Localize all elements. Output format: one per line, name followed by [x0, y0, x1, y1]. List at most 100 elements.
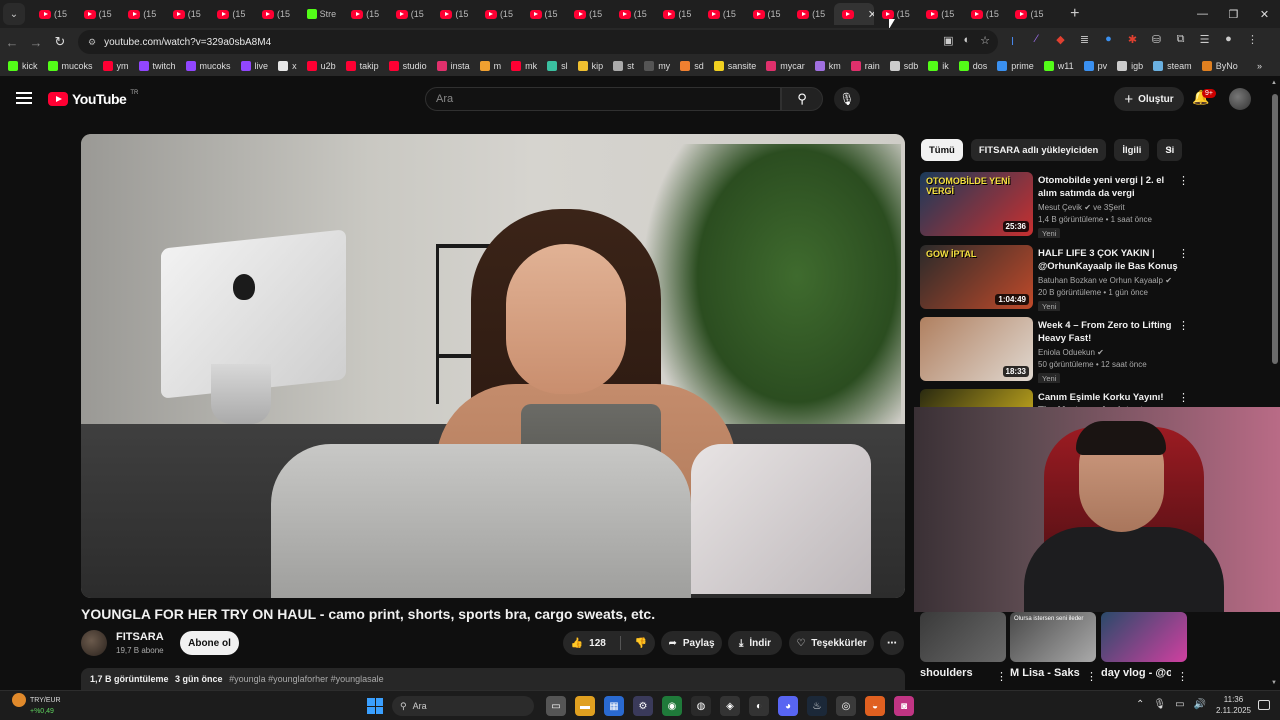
short-title[interactable]: M Lisa - Sakso Sakso: [1010, 667, 1080, 680]
browser-tab[interactable]: (15: [700, 3, 745, 25]
more-options-icon[interactable]: ⋮: [996, 670, 1007, 683]
more-options-icon[interactable]: ⋮: [1178, 174, 1189, 187]
video-title[interactable]: HALF LIFE 3 ÇOK YAKIN | @OrhunKayaalp il…: [1038, 247, 1178, 273]
task-view-icon[interactable]: ▭: [546, 696, 566, 716]
reload-icon[interactable]: ↻: [48, 34, 72, 50]
browser-tab[interactable]: (15: [963, 3, 1008, 25]
video-thumbnail[interactable]: [920, 389, 1033, 407]
more-options-icon[interactable]: ⋮: [1177, 670, 1188, 683]
browser-tab[interactable]: (15: [120, 3, 165, 25]
bookmark-item[interactable]: studio: [388, 61, 427, 71]
url-text[interactable]: youtube.com/watch?v=329a0sbA8M4: [104, 37, 271, 48]
video-thumbnail[interactable]: OTOMOBİLDE YENİ VERGİ 25:36: [920, 172, 1033, 236]
browser-tab[interactable]: (15: [209, 3, 254, 25]
download-button[interactable]: ⤓ İndir: [728, 631, 782, 655]
browser-tab[interactable]: (15: [432, 3, 477, 25]
filter-chip[interactable]: Tümü: [921, 139, 963, 161]
account-avatar[interactable]: [1229, 88, 1251, 110]
browser-tab[interactable]: (15: [918, 3, 963, 25]
bookmark-item[interactable]: sansite: [713, 61, 756, 71]
extension-icon[interactable]: ⛁: [1149, 33, 1164, 46]
performance-icon[interactable]: ◐: [963, 34, 970, 47]
chevron-right-icon[interactable]: ›: [1168, 143, 1172, 155]
video-player[interactable]: [81, 134, 905, 598]
bookmark-item[interactable]: km: [814, 61, 841, 71]
browser-tab[interactable]: (15: [165, 3, 210, 25]
video-title[interactable]: Canım Eşimle Korku Yayını! The Mortuary …: [1038, 391, 1178, 407]
subscribe-button[interactable]: Abone ol: [180, 631, 239, 655]
search-input[interactable]: Ara: [425, 87, 781, 111]
browser-menu-icon[interactable]: ⋮: [1245, 33, 1260, 46]
bookmark-item[interactable]: takip: [345, 61, 379, 71]
file-explorer-icon[interactable]: ▬: [575, 696, 595, 716]
bookmark-item[interactable]: w11: [1043, 61, 1074, 71]
bookmark-item[interactable]: kip: [577, 61, 603, 71]
bookmark-item[interactable]: twitch: [138, 61, 176, 71]
bookmark-item[interactable]: insta: [436, 61, 470, 71]
bookmark-item[interactable]: kick: [8, 61, 38, 71]
channel-name[interactable]: Mesut Çevik: [1038, 203, 1082, 212]
extension-icon[interactable]: ◆: [1053, 33, 1068, 46]
bookmark-item[interactable]: mk: [511, 61, 537, 71]
scroll-down-arrow-icon[interactable]: ▼: [1271, 680, 1277, 686]
app-icon[interactable]: ◈: [720, 696, 740, 716]
notification-center-icon[interactable]: [1258, 700, 1270, 710]
short-title[interactable]: day vlog - @ohplob: [1101, 667, 1171, 680]
maximize-icon[interactable]: ❐: [1218, 0, 1249, 28]
bookmark-item[interactable]: prime: [997, 61, 1034, 71]
bookmark-item[interactable]: mucoks: [185, 61, 231, 71]
like-count[interactable]: 128: [589, 638, 606, 649]
recommended-video[interactable]: OTOMOBİLDE YENİ VERGİ 25:36 Otomobilde yen…: [920, 172, 1265, 238]
instagram-icon[interactable]: ◙: [894, 696, 914, 716]
settings-icon[interactable]: ⚙: [633, 696, 653, 716]
channel-name[interactable]: FITSARA: [116, 631, 164, 643]
browser-tab[interactable]: (15: [477, 3, 522, 25]
chrome-icon[interactable]: ◎: [836, 696, 856, 716]
firefox-icon[interactable]: ◒: [865, 696, 885, 716]
bookmark-item[interactable]: ByNo: [1201, 61, 1238, 71]
extension-icon[interactable]: ⁄: [1029, 33, 1044, 46]
create-button[interactable]: + Oluştur: [1114, 87, 1184, 111]
browser-tab[interactable]: ✕: [833, 3, 874, 25]
short-thumbnail[interactable]: [920, 612, 1006, 662]
short-title[interactable]: shoulders: [920, 667, 990, 680]
app-icon[interactable]: ◐: [749, 696, 769, 716]
bookmark-item[interactable]: igb: [1117, 61, 1143, 71]
search-icon[interactable]: ⚲: [781, 87, 823, 111]
browser-tab[interactable]: (15: [745, 3, 790, 25]
hashtags[interactable]: #youngla #younglaforher #younglasale: [229, 674, 384, 684]
short-thumbnail[interactable]: [1101, 612, 1187, 662]
bookmark-item[interactable]: sd: [680, 61, 704, 71]
video-title[interactable]: Week 4 – From Zero to Lifting Heavy Fast…: [1038, 319, 1178, 345]
close-window-icon[interactable]: ✕: [1249, 0, 1280, 28]
browser-tab[interactable]: (15: [31, 3, 76, 25]
thanks-button[interactable]: ♡ Teşekkürler: [789, 631, 874, 655]
bookmark-item[interactable]: ik: [928, 61, 949, 71]
like-icon[interactable]: 👍: [571, 638, 583, 649]
browser-tab[interactable]: (15: [76, 3, 121, 25]
forward-arrow-icon[interactable]: →: [24, 35, 48, 50]
bookmark-item[interactable]: steam: [1153, 61, 1192, 71]
description-box[interactable]: 1,7 B görüntüleme 3 gün önce #youngla #y…: [81, 668, 905, 690]
tray-chevron-up-icon[interactable]: ⌃: [1136, 699, 1144, 710]
browser-tab[interactable]: (15: [522, 3, 567, 25]
windows-start-icon[interactable]: [367, 698, 383, 714]
channel-name[interactable]: Eniola Oduekun: [1038, 348, 1095, 357]
steam-icon[interactable]: ♨: [807, 696, 827, 716]
back-arrow-icon[interactable]: ←: [0, 35, 24, 50]
video-title[interactable]: Otomobilde yeni vergi | 2. el alım satım…: [1038, 174, 1178, 200]
bookmark-item[interactable]: pv: [1083, 61, 1107, 71]
browser-tab[interactable]: (15: [1007, 3, 1052, 25]
recommended-video[interactable]: 18:33 Week 4 – From Zero to Lifting Heavy…: [920, 317, 1265, 383]
currency-widget[interactable]: TRY/EUR +%0,49: [12, 693, 61, 717]
extension-icon[interactable]: ꞁ: [1005, 33, 1020, 46]
browser-tab[interactable]: (15: [874, 3, 919, 25]
display-tray-icon[interactable]: ▭: [1175, 699, 1184, 710]
bookmark-item[interactable]: m: [479, 61, 501, 71]
youtube-logo[interactable]: YouTube TR: [48, 90, 138, 107]
scrollbar-thumb[interactable]: [1272, 94, 1278, 364]
dislike-icon[interactable]: 👎: [635, 638, 647, 649]
bookmark-item[interactable]: rain: [850, 61, 880, 71]
browser-tab[interactable]: (15: [388, 3, 433, 25]
scroll-up-arrow-icon[interactable]: ▲: [1271, 80, 1277, 86]
